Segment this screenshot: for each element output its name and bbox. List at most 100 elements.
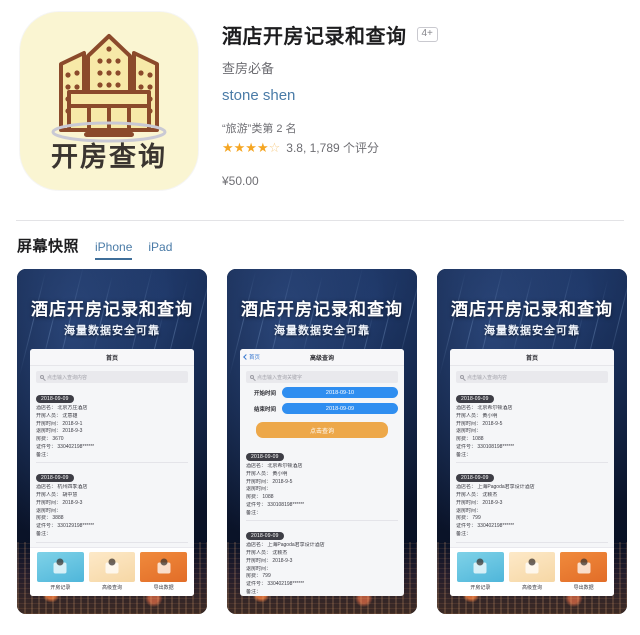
- record-list[interactable]: 2018-09-09 酒店名： 北京希尔顿酒店 开房人员： 黄小明 开房时间： 201…: [450, 387, 614, 547]
- back-button[interactable]: 首页: [243, 353, 260, 361]
- record-separator: [456, 462, 608, 464]
- date-picker-button[interactable]: 2018-09-09: [282, 403, 398, 414]
- feature-card-1[interactable]: 开房记录: [457, 552, 504, 591]
- search-placeholder: 点击输入查询关键字: [257, 374, 303, 381]
- record-field: 开房人员： 黄小明: [246, 470, 288, 477]
- app-developer-link[interactable]: stone shen: [222, 87, 640, 104]
- record-field: 证件号： 330402198******: [246, 581, 305, 587]
- app-icon-wrapper[interactable]: 开房查询: [20, 12, 198, 190]
- form-field-1: 开始时间 2018-09-10: [246, 387, 398, 398]
- feature-card-label: 导出数据: [153, 585, 174, 591]
- record-field: 房费： 799: [246, 573, 271, 580]
- record-item[interactable]: 2018-09-09 酒店名： 北京希尔顿酒店开房人员： 黄小明开房时间： 201…: [450, 387, 614, 459]
- screenshot-2[interactable]: 酒店开房记录和查询 海量数据安全可靠 首页 高级查询 点击输入查询关键字 开始时间 2018…: [227, 269, 417, 614]
- nav-bar: 首页: [30, 349, 194, 366]
- record-field: 开房时间： 2018-9-3: [456, 499, 503, 506]
- chevron-left-icon: [243, 354, 249, 360]
- star-rating-icon: ★★★★☆: [222, 140, 281, 155]
- record-field: 酒店名： 上海Pagoda君享设计酒店: [456, 484, 535, 491]
- form-field-label: 开始时间: [253, 390, 276, 397]
- date-picker-button[interactable]: 2018-09-10: [282, 387, 398, 398]
- tab-ipad[interactable]: iPad: [148, 240, 172, 258]
- record-field: 酒店名： 北京希尔顿酒店: [246, 463, 303, 469]
- screenshot-3[interactable]: 酒店开房记录和查询 海量数据安全可靠 首页 点击输入查询内容 2018-09-09 酒店名…: [437, 269, 627, 614]
- record-separator: [36, 541, 188, 543]
- screenshot-subheadline: 海量数据安全可靠: [274, 325, 370, 337]
- feature-illustration-icon: [37, 552, 84, 582]
- nav-bar: 首页 高级查询: [240, 349, 404, 366]
- search-input[interactable]: 点击输入查询内容: [456, 371, 608, 383]
- record-field: 退房时间：: [36, 507, 62, 514]
- app-price: ¥50.00: [222, 174, 259, 188]
- app-icon[interactable]: 开房查询: [20, 12, 198, 190]
- record-field: 证件号： 330402198******: [36, 443, 95, 450]
- record-item[interactable]: 2018-09-09 酒店名： 北京方庄酒店 开房人员： 沈意雄 开房时间： 2018…: [30, 387, 194, 459]
- nav-bar: 首页: [450, 349, 614, 366]
- feature-illustration-icon: [560, 552, 608, 582]
- record-field: 房费： 1088: [246, 494, 274, 500]
- record-field: 开房人员： 胡中慧: [36, 492, 78, 498]
- feature-card-3[interactable]: 导出数据: [140, 552, 188, 591]
- record-field: 退房时间：: [246, 565, 272, 572]
- record-field: 退房时间：: [456, 507, 482, 514]
- record-date-badge: 2018-09-09: [246, 453, 284, 461]
- record-field: 开房人员： 沈颖杰: [246, 550, 288, 556]
- record-field: 证件号： 330108198******: [456, 443, 515, 450]
- record-item[interactable]: 2018-09-09 酒店名： 北京希尔顿酒店开房人员： 黄小明开房时间： 201…: [240, 445, 404, 517]
- app-meta: 酒店开房记录和查询 4+ 查房必备 stone shen “旅游”类第 2 名 …: [198, 12, 640, 212]
- record-field: 开房时间： 2018-9-3: [246, 557, 293, 564]
- record-item[interactable]: 2018-09-09 酒店名： 上海Pagoda君享设计酒店 开房人员： 沈颖杰 开房…: [240, 524, 404, 596]
- search-placeholder: 点击输入查询内容: [47, 374, 88, 381]
- screenshots-carousel[interactable]: 酒店开房记录和查询 海量数据安全可靠 首页 点击输入查询内容 2018-09-09 酒店名…: [17, 269, 640, 614]
- rating-row[interactable]: ★★★★☆ 3.8, 1,789 个评分: [222, 139, 640, 156]
- record-separator: [246, 520, 398, 522]
- nav-title: 首页: [105, 355, 118, 362]
- form-field-2: 结束时间 2018-09-09: [246, 403, 398, 414]
- submit-query-button[interactable]: 点击查询: [256, 422, 388, 438]
- app-title: 酒店开房记录和查询: [222, 26, 407, 48]
- feature-illustration-icon: [508, 552, 556, 582]
- record-field: 证件号： 330108198******: [246, 501, 305, 508]
- screenshot-headline: 酒店开房记录和查询: [31, 300, 193, 319]
- record-field: 房费： 799: [456, 515, 481, 522]
- search-input[interactable]: 点击输入查询内容: [36, 371, 188, 383]
- rating-count-text: 3.8, 1,789 个评分: [286, 141, 379, 155]
- record-field: 退房时间：: [456, 428, 482, 435]
- feature-card-row: 开房记录 高级查询 导出数据: [30, 547, 194, 596]
- record-field: 开房时间： 2018-9-1: [36, 420, 83, 427]
- record-field: 备注：: [36, 451, 52, 458]
- record-list[interactable]: 2018-09-09 酒店名： 北京希尔顿酒店 开房人员： 黄小明 开房时间： 201…: [240, 445, 404, 596]
- search-input[interactable]: 点击输入查询关键字: [246, 371, 398, 383]
- record-field: 备注：: [246, 588, 262, 595]
- record-date-badge: 2018-09-09: [456, 474, 494, 483]
- feature-illustration-icon: [457, 552, 504, 582]
- record-field: 开房时间： 2018-9-5: [246, 478, 293, 485]
- feature-card-label: 开房记录: [50, 585, 71, 591]
- record-field: 备注：: [456, 451, 472, 458]
- record-item[interactable]: 2018-09-09 酒店名： 杭州四季酒店 开房人员： 胡中慧 开房时间： 2018…: [30, 466, 194, 538]
- record-field: 开房时间： 2018-9-3: [36, 499, 83, 506]
- record-field: 开房时间： 2018-9-5: [456, 420, 503, 427]
- screenshot-subheadline: 海量数据安全可靠: [484, 325, 580, 337]
- screenshot-1[interactable]: 酒店开房记录和查询 海量数据安全可靠 首页 点击输入查询内容 2018-09-09 酒店名…: [17, 269, 207, 614]
- record-field: 酒店名： 上海Pagoda君享设计酒店: [246, 542, 325, 549]
- tab-iphone[interactable]: iPhone: [95, 240, 133, 260]
- record-list[interactable]: 2018-09-09 酒店名： 北京方庄酒店 开房人员： 沈意雄 开房时间： 2018…: [30, 387, 194, 547]
- record-separator: [36, 462, 188, 464]
- feature-card-3[interactable]: 导出数据: [560, 552, 608, 591]
- app-header: 开房查询 酒店开房记录和查询 4+ 查房必备 stone shen “旅游”类第…: [0, 0, 640, 212]
- feature-card-2[interactable]: 高级查询: [508, 552, 556, 591]
- record-field: 开房人员： 沈意雄: [36, 412, 78, 419]
- record-date-badge: 2018-09-09: [456, 395, 494, 403]
- search-icon: [250, 375, 254, 379]
- screenshot-headline: 酒店开房记录和查询: [451, 300, 613, 319]
- record-item[interactable]: 2018-09-09 酒店名： 上海Pagoda君享设计酒店 开房人员： 沈颖杰 开房…: [450, 466, 614, 538]
- feature-card-label: 导出数据: [573, 585, 594, 591]
- feature-card-1[interactable]: 开房记录: [37, 552, 84, 591]
- feature-card-2[interactable]: 高级查询: [88, 552, 136, 591]
- search-placeholder: 点击输入查询内容: [467, 374, 508, 381]
- age-rating-badge: 4+: [416, 27, 438, 42]
- record-field: 备注：: [456, 530, 472, 537]
- app-category-rank[interactable]: “旅游”类第 2 名: [222, 120, 640, 136]
- feature-card-label: 高级查询: [102, 585, 123, 591]
